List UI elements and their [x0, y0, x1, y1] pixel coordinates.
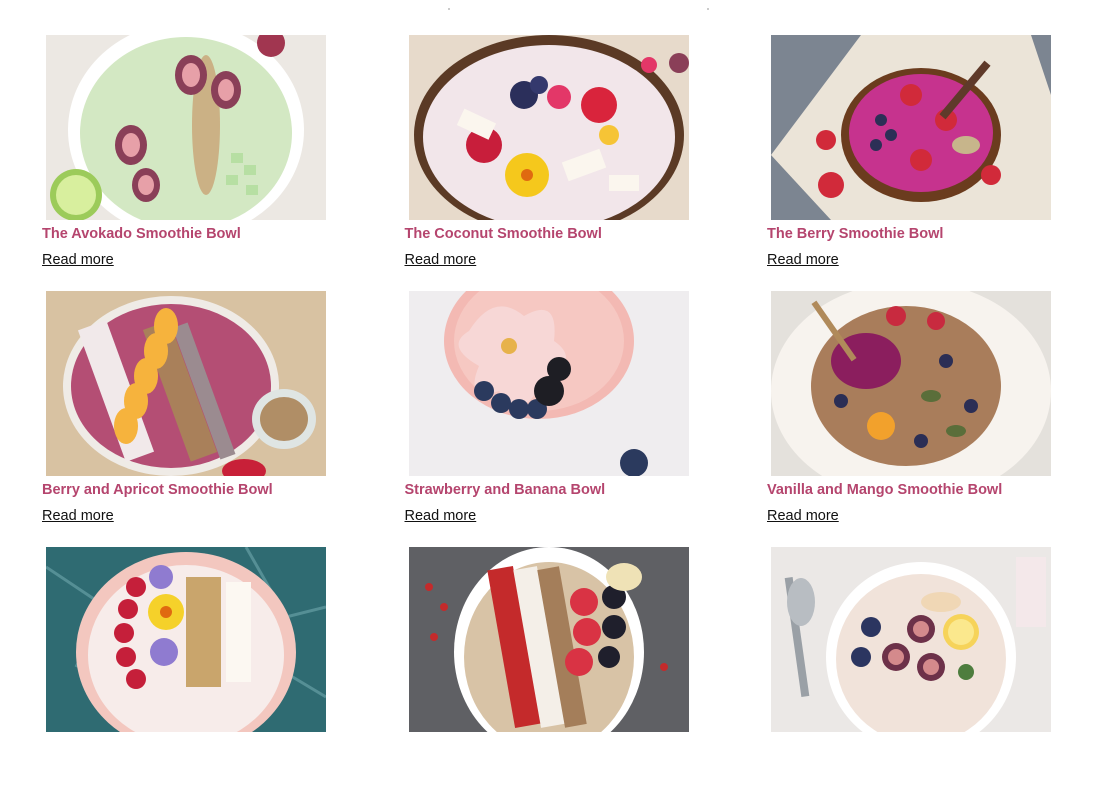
recipe-card-avokado: The Avokado Smoothie Bowl Read more	[42, 35, 326, 291]
goji-bowl-image[interactable]	[408, 547, 689, 732]
recipe-card-goji	[405, 547, 689, 803]
read-more-link[interactable]: Read more	[405, 252, 477, 268]
read-more-link[interactable]: Read more	[767, 508, 839, 524]
fig-bowl-image[interactable]	[771, 547, 1051, 732]
read-more-link[interactable]: Read more	[405, 508, 477, 524]
recipe-card-vanilla-mango: Vanilla and Mango Smoothie Bowl Read mor…	[767, 291, 1051, 547]
recipe-title[interactable]: The Berry Smoothie Bowl	[767, 226, 943, 242]
recipe-title[interactable]: Berry and Apricot Smoothie Bowl	[42, 482, 273, 498]
berry-apricot-bowl-image[interactable]	[46, 291, 326, 476]
read-more-link[interactable]: Read more	[767, 252, 839, 268]
recipe-title[interactable]: The Avokado Smoothie Bowl	[42, 226, 241, 242]
recipe-title[interactable]: The Coconut Smoothie Bowl	[405, 226, 602, 242]
coconut-bowl-image[interactable]	[408, 35, 689, 220]
recipe-card-flower	[42, 547, 326, 803]
flower-bowl-image[interactable]	[46, 547, 326, 732]
vanilla-mango-bowl-image[interactable]	[771, 291, 1051, 476]
recipe-card-berry: The Berry Smoothie Bowl Read more	[767, 35, 1051, 291]
recipe-card-fig	[767, 547, 1051, 803]
read-more-link[interactable]: Read more	[42, 252, 114, 268]
avokado-bowl-image[interactable]	[46, 35, 326, 220]
berry-bowl-image[interactable]	[771, 35, 1051, 220]
strawberry-banana-bowl-image[interactable]	[408, 291, 689, 476]
read-more-link[interactable]: Read more	[42, 508, 114, 524]
recipe-card-coconut: The Coconut Smoothie Bowl Read more	[405, 35, 689, 291]
top-page-edge	[0, 0, 1102, 12]
recipe-title[interactable]: Strawberry and Banana Bowl	[405, 482, 606, 498]
recipe-grid: The Avokado Smoothie Bowl Read more The …	[42, 35, 1051, 803]
recipe-title[interactable]: Vanilla and Mango Smoothie Bowl	[767, 482, 1002, 498]
recipe-card-berry-apricot: Berry and Apricot Smoothie Bowl Read mor…	[42, 291, 326, 547]
recipe-card-strawberry-banana: Strawberry and Banana Bowl Read more	[405, 291, 689, 547]
